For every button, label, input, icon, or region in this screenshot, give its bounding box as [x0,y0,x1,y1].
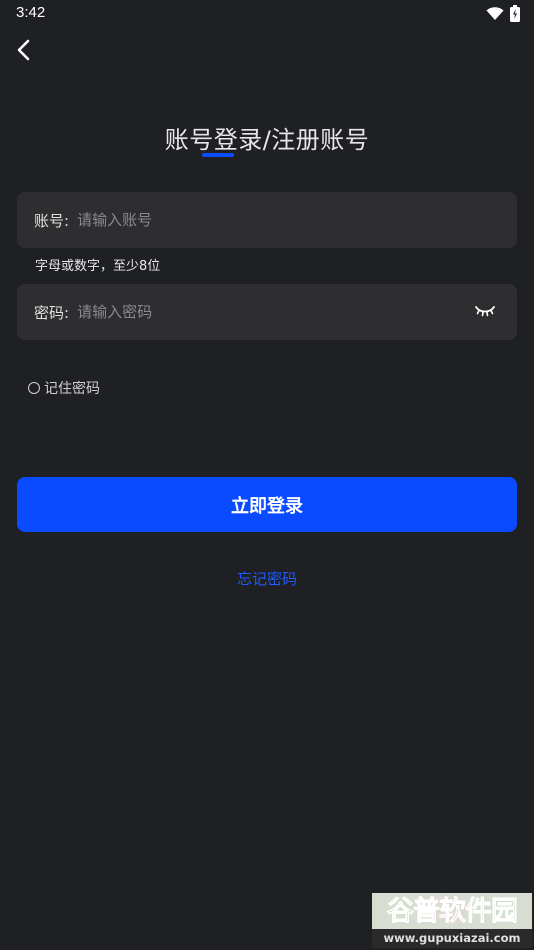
eye-closed-icon [474,303,496,322]
chevron-left-icon [16,38,32,66]
title-underline [202,153,234,157]
password-label: 密码: [34,303,70,322]
wifi-icon [486,6,504,25]
status-bar: 3:42 [0,0,534,28]
account-input[interactable] [77,211,517,229]
password-visibility-toggle[interactable] [465,292,505,332]
account-label: 账号: [34,211,70,230]
forgot-password-link[interactable]: 忘记密码 [0,568,534,589]
back-button[interactable] [8,36,40,68]
watermark-url: www.gupuxiazai.com [372,929,532,948]
account-hint: 字母或数字，至少8位 [35,259,161,274]
status-time: 3:42 [16,4,46,21]
remember-password-option[interactable]: 记住密码 [28,378,100,398]
watermark-name: 谷普软件园 [374,895,530,929]
login-button[interactable]: 立即登录 [17,477,517,532]
password-field: 密码: [17,284,517,340]
account-field: 账号: [17,192,517,248]
page-title: 账号登录/注册账号 [164,126,370,154]
password-input[interactable] [77,303,465,321]
battery-icon [510,5,520,26]
remember-label: 记住密码 [44,381,100,397]
status-icons [486,5,520,26]
remember-radio[interactable] [28,382,40,394]
watermark-logo: 谷普软件园 www.gupuxiazai.com [372,893,532,948]
